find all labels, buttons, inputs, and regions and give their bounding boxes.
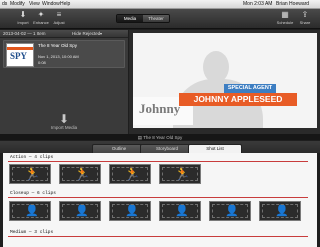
tab-outline[interactable]: Outline [92, 144, 146, 153]
shot-placeholder[interactable]: 👤 [9, 201, 51, 221]
shot-placeholder[interactable]: 🏃 [159, 164, 201, 184]
special-agent-title: SPECIAL AGENT [224, 84, 276, 93]
person-closeup-icon: 👤 [75, 205, 89, 217]
section-title-closeup: Closeup — 6 clips [10, 191, 56, 196]
trailer-tabs: Outline Storyboard Shot List [0, 141, 320, 153]
menu-view[interactable]: View [29, 0, 40, 9]
hide-rejected-filter[interactable]: Hide Rejected [72, 30, 100, 38]
theater-tab[interactable]: Theater [143, 15, 169, 22]
viewer-frame[interactable]: Johnny SPECIAL AGENT JOHNNY APPLESEED [133, 33, 317, 128]
sliders-icon: ≡ [56, 10, 62, 19]
tab-shot-list[interactable]: Shot List [188, 144, 242, 153]
schedule-icon: ▦ [281, 10, 289, 19]
menu-window[interactable]: Window [42, 0, 60, 9]
import-down-arrow-icon: ⬇ [58, 112, 70, 126]
schedule-button-label: Schedule [276, 20, 294, 25]
import-media-label: Import Media [50, 125, 78, 130]
adjust-button-label: Adjust [53, 20, 65, 25]
event-clip[interactable]: SPY The 8 Year Old Spy Nov 1, 2013, 10:0… [3, 40, 125, 68]
enhance-button-label: Enhance [33, 20, 49, 25]
project-title: The 8 Year Old Spy [143, 135, 183, 140]
tab-storyboard[interactable]: Storyboard [140, 144, 194, 153]
shot-placeholder[interactable]: 🏃 [109, 164, 151, 184]
share-icon: ⇪ [301, 10, 309, 19]
running-figure-icon: 🏃 [24, 166, 41, 181]
import-arrow-icon: ⬇ [19, 10, 27, 19]
shot-placeholder[interactable]: 👤 [109, 201, 151, 221]
silhouette-head [203, 51, 229, 83]
section-title-action: Action — 4 clips [10, 155, 54, 160]
import-button-label: Import [17, 20, 29, 25]
menu-app[interactable]: ds [2, 0, 7, 9]
running-figure-icon: 🏃 [124, 166, 141, 181]
import-media-drop[interactable]: ⬇ Import Media [44, 113, 84, 130]
shot-placeholder[interactable]: 👤 [59, 201, 101, 221]
share-button-label: Share [299, 20, 311, 25]
shot-list-sheet: Action — 4 clips 🏃 🏃 🏃 🏃 Closeup — 6 cli… [3, 153, 317, 247]
shot-placeholder[interactable]: 👤 [159, 201, 201, 221]
person-closeup-icon: 👤 [275, 205, 289, 217]
shot-placeholder[interactable]: 👤 [259, 201, 301, 221]
johnny-appleseed-title: JOHNNY APPLESEED [179, 93, 297, 106]
section-title-medium: Medium — 3 clips [10, 230, 54, 235]
wand-icon: ✦ [37, 10, 45, 19]
person-closeup-icon: 👤 [25, 205, 39, 217]
thumbnail-logo: SPY [10, 51, 28, 61]
section-rule-medium [8, 236, 308, 237]
shot-placeholder[interactable]: 🏃 [59, 164, 101, 184]
toolbar: ⬇ Import ✦ Enhance ≡ Adjust Media Theate… [0, 9, 320, 29]
enhance-button[interactable]: ✦ Enhance [32, 10, 50, 28]
person-closeup-icon: 👤 [225, 205, 239, 217]
clip-date: Nov 1, 2013, 10:00 AM [38, 54, 79, 59]
running-figure-icon: 🏃 [74, 166, 91, 181]
browser-date: 2013-04-02 — 1 Item [3, 31, 46, 36]
person-closeup-icon: 👤 [175, 205, 189, 217]
menu-bar: ds Modify View Window Help Mon 2:03 AM B… [0, 0, 320, 9]
clip-thumbnail: SPY [6, 43, 34, 67]
browser-header: 2013-04-02 — 1 Item Hide Rejected ▾ [0, 30, 128, 38]
menu-modify[interactable]: Modify [10, 0, 25, 9]
menubar-clock: Mon 2:03 AM [243, 1, 273, 7]
adjust-button[interactable]: ≡ Adjust [50, 10, 68, 28]
filter-chevron-icon[interactable]: ▾ [100, 30, 102, 38]
media-browser: 2013-04-02 — 1 Item Hide Rejected ▾ SPY … [0, 30, 128, 134]
johnny-caption: Johnny [139, 101, 181, 116]
menubar-user[interactable]: Brian Hoeward [276, 0, 309, 9]
schedule-button[interactable]: ▦ Schedule [276, 10, 294, 28]
running-figure-icon: 🏃 [174, 166, 191, 181]
person-closeup-icon: 👤 [125, 205, 139, 217]
media-tab[interactable]: Media [117, 15, 143, 22]
import-button[interactable]: ⬇ Import [14, 10, 32, 28]
thumbnail-band [7, 47, 33, 50]
project-title-bar: ▤ The 8 Year Old Spy [0, 134, 320, 141]
section-rule-closeup [8, 197, 308, 198]
clip-duration: 0:08 [38, 60, 46, 65]
clip-title: The 8 Year Old Spy [38, 43, 78, 48]
share-button[interactable]: ⇪ Share [296, 10, 314, 28]
section-rule-action [8, 161, 308, 162]
shot-placeholder[interactable]: 🏃 [9, 164, 51, 184]
shot-placeholder[interactable]: 👤 [209, 201, 251, 221]
menu-help[interactable]: Help [60, 0, 70, 9]
media-theater-toggle: Media Theater [116, 14, 170, 23]
